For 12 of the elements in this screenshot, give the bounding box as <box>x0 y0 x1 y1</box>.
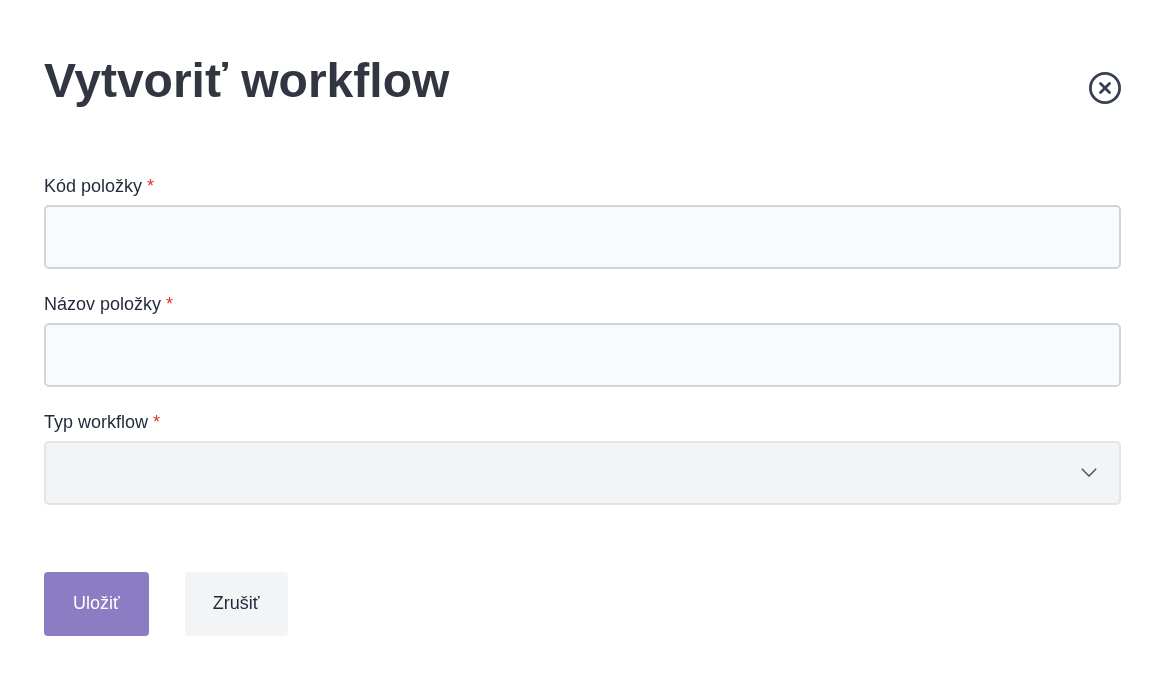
field-label: Názov položky * <box>44 292 174 316</box>
chevron-down-icon <box>1081 468 1097 478</box>
close-icon <box>1089 72 1121 104</box>
dialog-title: Vytvoriť workflow <box>44 53 450 109</box>
save-button[interactable]: Uložiť <box>44 571 149 636</box>
close-button[interactable] <box>1089 72 1121 104</box>
select-field[interactable] <box>44 440 1121 505</box>
field-label: Kód položky * <box>44 174 155 198</box>
cancel-button[interactable]: Zrušiť <box>184 571 288 636</box>
input-field[interactable] <box>44 322 1121 387</box>
input-field[interactable] <box>44 204 1121 269</box>
field-label: Typ workflow * <box>44 410 161 434</box>
